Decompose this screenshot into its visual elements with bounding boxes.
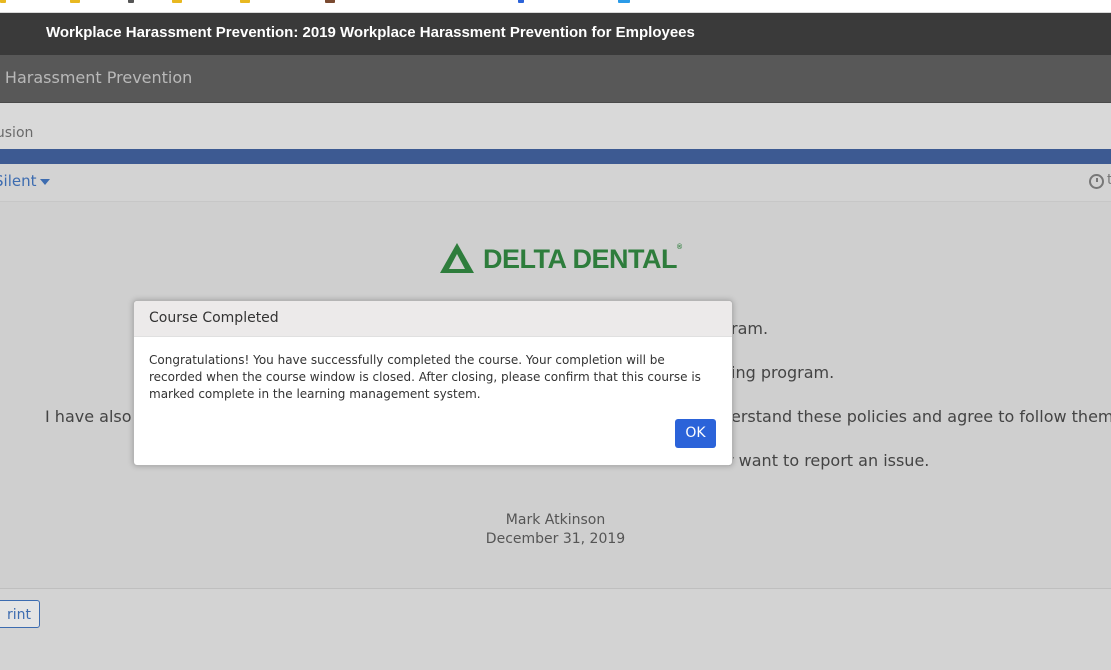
course-title-bar: e Harassment Prevention (0, 55, 1111, 103)
dialog-message: Congratulations! You have successfully c… (149, 353, 701, 401)
timer-text: t (1107, 172, 1111, 188)
player-control-bar: Silent t (0, 164, 1111, 202)
bottom-bar: rint (0, 588, 1111, 670)
module-title: lusion (0, 125, 34, 141)
signature-date: December 31, 2019 (485, 531, 626, 547)
bookmark-icon[interactable] (325, 0, 335, 3)
dialog-header: Course Completed (134, 301, 732, 337)
progress-bar (0, 149, 1111, 164)
clock-icon (1089, 174, 1104, 189)
dialog-title: Course Completed (149, 310, 279, 326)
bookmark-icon[interactable] (128, 0, 134, 3)
course-title: e Harassment Prevention (0, 68, 193, 87)
bookmark-folder-icon[interactable] (172, 0, 182, 3)
print-button[interactable]: rint (0, 600, 40, 628)
audio-menu-label: Silent (0, 172, 37, 190)
ok-button[interactable]: OK (675, 419, 716, 448)
logo-wordmark: DELTA DENTAL® (483, 244, 682, 274)
signature-name: Mark Atkinson (505, 512, 606, 528)
bookmark-folder-icon[interactable] (0, 0, 6, 3)
bookmark-icon[interactable] (518, 0, 524, 3)
content-line-3-start: I have also r (45, 407, 144, 426)
bookmark-folder-icon[interactable] (240, 0, 250, 3)
content-line-4: r want to report an issue. (727, 451, 930, 470)
module-title-bar: lusion (0, 103, 1111, 149)
caret-down-icon (40, 178, 51, 185)
audio-menu-button[interactable]: Silent (0, 172, 51, 190)
content-line-1: ram. (731, 319, 769, 338)
delta-triangle-icon (440, 243, 474, 273)
content-line-2: ing program. (731, 363, 835, 382)
window-title: Workplace Harassment Prevention: 2019 Wo… (46, 24, 695, 41)
course-completed-dialog: Course Completed Congratulations! You ha… (133, 300, 733, 466)
bookmark-folder-icon[interactable] (70, 0, 80, 3)
window-title-bar: Workplace Harassment Prevention: 2019 Wo… (0, 13, 1111, 55)
bookmarks-bar (0, 0, 1111, 13)
delta-dental-logo: DELTA DENTAL® (440, 243, 700, 279)
bookmark-icon[interactable] (618, 0, 630, 3)
content-line-3-end: erstand these policies and agree to foll… (731, 407, 1111, 426)
